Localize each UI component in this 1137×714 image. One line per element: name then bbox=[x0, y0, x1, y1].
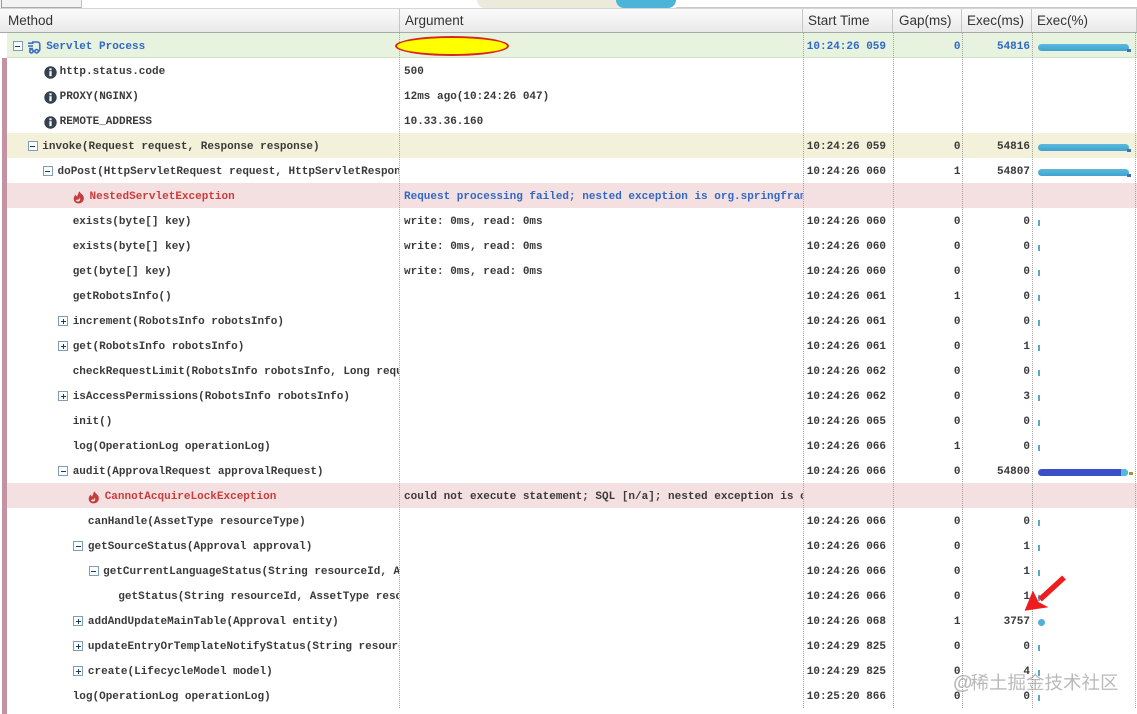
svg-text:@: @ bbox=[953, 672, 973, 694]
